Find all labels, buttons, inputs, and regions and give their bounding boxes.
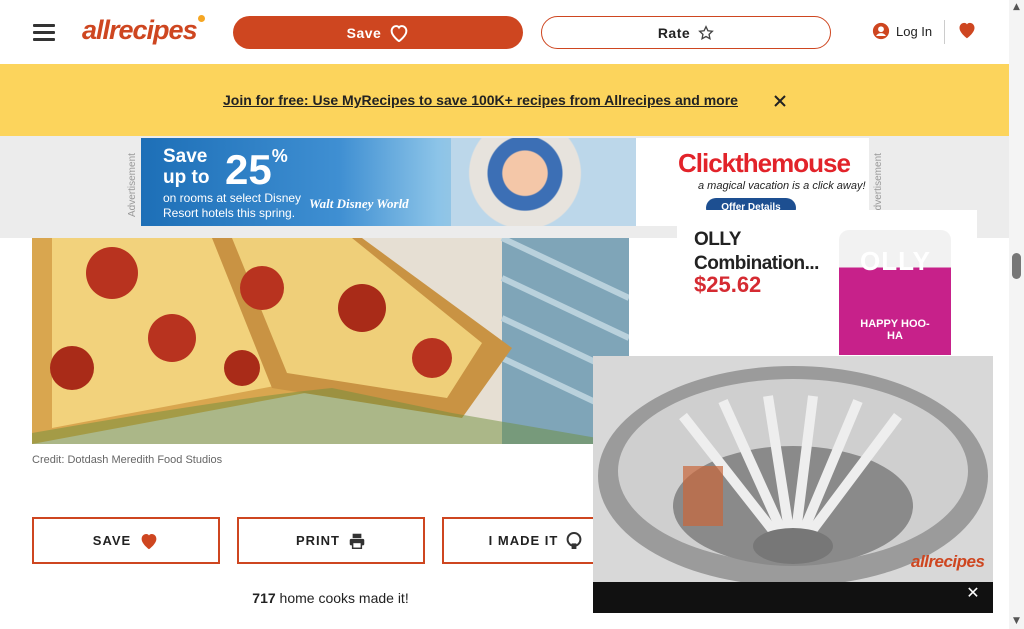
page: allrecipes Save Rate Log In Join for fre… [0, 0, 1024, 629]
recipe-image [32, 238, 629, 444]
ad-brand: Clickthemouse [678, 148, 851, 178]
promo-close-icon[interactable] [773, 94, 787, 108]
join-free-link[interactable]: Join for free: Use MyRecipes to save 100… [223, 92, 738, 108]
save-button-label: Save [346, 24, 382, 41]
scrollbar-thumb[interactable] [1012, 253, 1021, 279]
heart-icon [141, 533, 157, 549]
recipe-print-label: PRINT [296, 533, 340, 548]
top-navigation: allrecipes Save Rate Log In [0, 0, 1009, 64]
chef-hat-icon [566, 531, 582, 549]
ad-save-text: Save up to [163, 146, 210, 188]
recipe-save-button[interactable]: SAVE [32, 517, 220, 564]
scroll-up-icon[interactable]: ▲ [1013, 2, 1020, 12]
printer-icon [349, 533, 365, 549]
recipe-made-it-label: I MADE IT [488, 533, 559, 548]
ad-tagline: a magical vacation is a click away! [698, 180, 866, 192]
login-link[interactable]: Log In [872, 22, 932, 40]
video-close-icon[interactable]: ✕ [964, 584, 982, 602]
star-icon [698, 24, 715, 40]
video-frame [593, 356, 993, 586]
login-label: Log In [896, 23, 933, 39]
advertisement-label-right: Advertisement [873, 153, 884, 217]
ad-disney-logo: Walt Disney World [309, 196, 409, 211]
rate-button[interactable]: Rate [541, 16, 831, 49]
advertisement-label-left: Advertisement [127, 153, 138, 217]
promo-banner: Join for free: Use MyRecipes to save 100… [0, 64, 1009, 136]
side-ad-bottle-brand: OLLY [860, 246, 931, 276]
scroll-down-icon[interactable]: ▼ [1013, 616, 1020, 626]
logo-dot-icon [197, 15, 205, 22]
floating-video-player[interactable]: allrecipes [593, 356, 993, 613]
recipe-print-button[interactable]: PRINT [237, 517, 425, 564]
recipe-save-label: SAVE [92, 533, 132, 548]
ad-family-photo [451, 138, 636, 226]
ad-percent: 25% [225, 146, 288, 193]
side-ad-bottle-name: HAPPY HOO-HA [860, 318, 930, 342]
side-ad-price: $25.62 [694, 272, 762, 297]
video-watermark-logo: allrecipes [911, 552, 985, 571]
heart-icon [390, 24, 408, 42]
made-it-count: 717 home cooks made it! [252, 590, 409, 606]
side-ad-product-name: OLLY Combination... [694, 229, 819, 274]
allrecipes-logo[interactable]: allrecipes [82, 15, 205, 46]
rate-button-label: Rate [657, 24, 691, 41]
ad-disney-panel: Save up to 25% on rooms at select Disney… [141, 138, 636, 226]
user-icon [872, 22, 890, 40]
image-credit: Credit: Dotdash Meredith Food Studios [32, 454, 223, 466]
vertical-scrollbar[interactable]: ▲ ▼ [1009, 0, 1024, 629]
ad-subtext: on rooms at select Disney Resort hotels … [163, 191, 302, 220]
header-divider [944, 20, 945, 44]
saved-recipes-heart-icon[interactable] [957, 20, 977, 45]
save-button[interactable]: Save [233, 16, 523, 49]
menu-icon[interactable] [33, 20, 55, 41]
